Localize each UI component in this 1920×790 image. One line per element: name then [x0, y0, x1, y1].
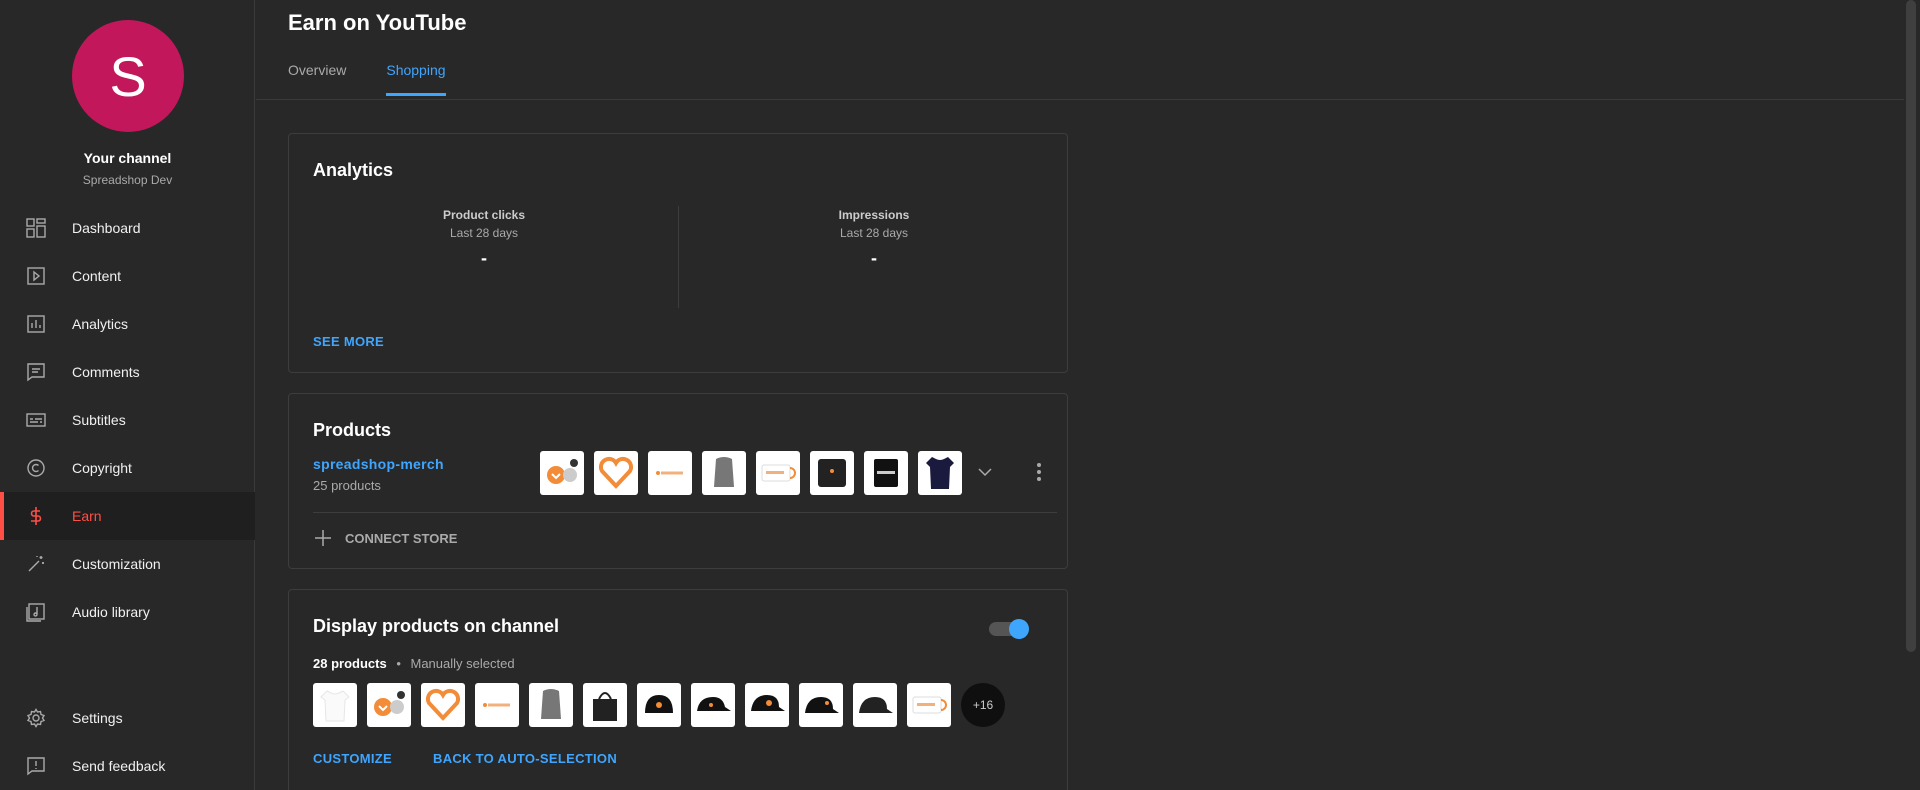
sidebar-item-label: Customization [72, 556, 161, 572]
plus-icon [315, 530, 331, 546]
product-thumbnail[interactable] [648, 451, 692, 495]
metric-value: - [871, 248, 877, 268]
product-thumbnail[interactable] [594, 451, 638, 495]
sidebar-item-copyright[interactable]: Copyright [0, 444, 255, 492]
display-products-meta: 28 products • Manually selected [313, 656, 515, 671]
sidebar-item-send-feedback[interactable]: Send feedback [0, 742, 255, 790]
product-thumbnail[interactable] [313, 683, 357, 727]
subtitles-icon [25, 409, 47, 431]
product-thumbnail[interactable] [810, 451, 854, 495]
display-products-card: Display products on channel 28 products … [288, 589, 1068, 790]
meta-separator: • [396, 656, 401, 671]
tab-shopping[interactable]: Shopping [386, 62, 446, 96]
sidebar-item-label: Analytics [72, 316, 129, 332]
products-divider [313, 512, 1057, 513]
chevron-down-icon[interactable] [975, 462, 995, 482]
avatar[interactable]: S [72, 20, 184, 132]
product-thumbnail[interactable] [799, 683, 843, 727]
store-name-link[interactable]: spreadshop-merch [313, 456, 444, 472]
sidebar-item-audio-library[interactable]: Audio library [0, 588, 255, 636]
sidebar-item-label: Comments [72, 364, 140, 380]
product-thumbnail[interactable] [745, 683, 789, 727]
product-thumbnail[interactable] [702, 451, 746, 495]
product-thumbnail[interactable] [421, 683, 465, 727]
sidebar-item-label: Settings [72, 710, 123, 726]
customize-button[interactable]: CUSTOMIZE [313, 751, 392, 766]
dollar-icon [25, 505, 47, 527]
dashboard-icon [25, 217, 47, 239]
metric-product-clicks: Product clicks Last 28 days - [289, 208, 679, 269]
channel-name: Spreadshop Dev [82, 173, 173, 187]
display-products-title: Display products on channel [313, 616, 560, 636]
gear-icon [25, 707, 47, 729]
metric-title: Impressions [838, 208, 910, 222]
product-thumbnail[interactable] [367, 683, 411, 727]
sidebar-item-label: Dashboard [72, 220, 141, 236]
sidebar-item-label: Subtitles [72, 412, 126, 428]
feedback-icon [25, 755, 47, 777]
products-title: Products [313, 420, 392, 440]
sidebar-item-analytics[interactable]: Analytics [0, 300, 255, 348]
product-thumbnail[interactable] [864, 451, 908, 495]
audio-library-icon [25, 601, 47, 623]
see-more-link[interactable]: SEE MORE [313, 334, 384, 349]
selection-mode: Manually selected [410, 656, 515, 671]
channel-title: Your channel [83, 150, 172, 166]
product-thumbnail[interactable] [756, 451, 800, 495]
sidebar-item-label: Earn [72, 508, 102, 524]
product-thumbnail[interactable] [853, 683, 897, 727]
connect-store-button[interactable]: CONNECT STORE [313, 528, 457, 548]
magic-wand-icon [25, 553, 47, 575]
page-title: Earn on YouTube [288, 10, 467, 35]
toggle-knob [1009, 619, 1029, 639]
product-thumbnail[interactable] [583, 683, 627, 727]
tabs-divider [256, 99, 1904, 100]
display-product-count: 28 products [313, 656, 387, 671]
products-card: Products spreadshop-merch 25 products CO… [288, 393, 1068, 569]
sidebar-item-label: Send feedback [72, 758, 166, 774]
tab-overview[interactable]: Overview [288, 62, 346, 96]
product-thumbnail[interactable] [637, 683, 681, 727]
product-thumbnail[interactable] [691, 683, 735, 727]
product-thumbnail[interactable] [907, 683, 951, 727]
main-content: Earn on YouTube Overview Shopping Analyt… [256, 0, 1920, 790]
sidebar-item-comments[interactable]: Comments [0, 348, 255, 396]
connect-store-label: CONNECT STORE [345, 530, 458, 546]
metric-title: Product clicks [442, 208, 526, 222]
display-products-toggle[interactable] [989, 619, 1029, 639]
analytics-card: Analytics Product clicks Last 28 days - … [288, 133, 1068, 373]
avatar-letter: S [109, 44, 147, 108]
metric-value: - [481, 248, 487, 268]
analytics-title: Analytics [313, 160, 394, 180]
sidebar-item-content[interactable]: Content [0, 252, 255, 300]
sidebar-item-label: Content [72, 268, 122, 284]
comments-icon [25, 361, 47, 383]
store-product-count: 25 products [313, 478, 381, 493]
product-thumbnail[interactable] [918, 451, 962, 495]
sidebar: S Your channel Spreadshop Dev Dashboard … [0, 0, 255, 790]
metric-period: Last 28 days [449, 226, 519, 240]
scrollbar[interactable] [1906, 0, 1916, 652]
sidebar-item-label: Audio library [72, 604, 150, 620]
sidebar-item-subtitles[interactable]: Subtitles [0, 396, 255, 444]
tab-bar: Overview Shopping [288, 62, 446, 96]
product-thumbnail[interactable] [540, 451, 584, 495]
content-icon [25, 265, 47, 287]
metric-impressions: Impressions Last 28 days - [679, 208, 1069, 269]
back-to-auto-selection-button[interactable]: BACK TO AUTO-SELECTION [433, 751, 617, 766]
sidebar-item-dashboard[interactable]: Dashboard [0, 204, 255, 252]
sidebar-item-customization[interactable]: Customization [0, 540, 255, 588]
sidebar-item-label: Copyright [72, 460, 132, 476]
copyright-icon [25, 457, 47, 479]
product-thumbnail[interactable] [529, 683, 573, 727]
metric-period: Last 28 days [839, 226, 909, 240]
more-products-badge[interactable]: +16 [961, 683, 1005, 727]
product-thumbnail[interactable] [475, 683, 519, 727]
sidebar-item-earn[interactable]: Earn [0, 492, 255, 540]
analytics-icon [25, 313, 47, 335]
sidebar-item-settings[interactable]: Settings [0, 694, 255, 742]
more-vert-icon[interactable] [1029, 460, 1049, 484]
